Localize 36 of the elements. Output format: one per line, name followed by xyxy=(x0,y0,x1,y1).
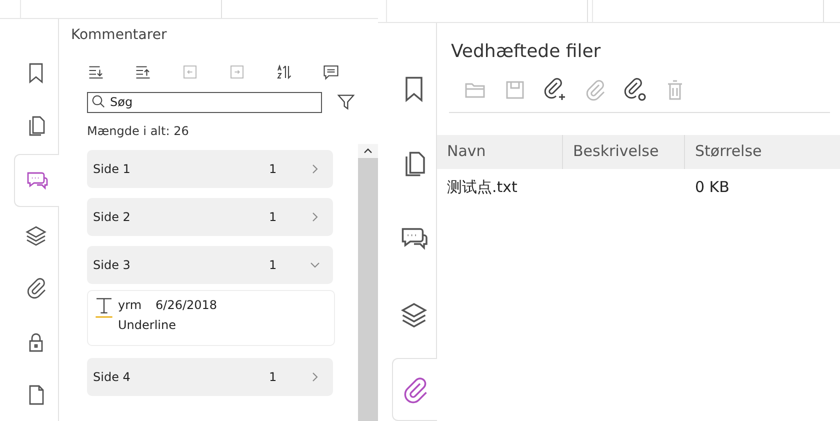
page-label: Side 2 xyxy=(93,210,132,224)
text-underline-icon xyxy=(94,295,114,319)
scrollbar[interactable] xyxy=(358,144,378,421)
page-group-row[interactable]: Side 2 1 xyxy=(87,198,333,236)
table-cell: 测试点.txt xyxy=(447,178,518,196)
search-field[interactable]: Søg xyxy=(87,92,322,112)
search-icon xyxy=(91,94,106,109)
column-header[interactable]: Navn xyxy=(437,135,563,169)
paperclip-plus-icon[interactable] xyxy=(543,78,567,102)
page-label: Side 1 xyxy=(93,162,132,176)
collapse-all-icon[interactable] xyxy=(134,63,152,81)
comment-count: 1 xyxy=(269,258,278,272)
sort-icon[interactable] xyxy=(275,63,293,81)
panel-title: Vedhæftede filer xyxy=(450,41,602,62)
total-count: Mængde i alt: 26 xyxy=(87,124,190,138)
comment-count: 1 xyxy=(269,162,278,176)
table-cell: 0 KB xyxy=(695,178,730,196)
note-icon[interactable] xyxy=(322,63,340,81)
column-header[interactable]: Beskrivelse xyxy=(563,135,685,169)
page-label: Side 4 xyxy=(93,370,132,384)
page-group-row[interactable]: Side 1 1 xyxy=(87,150,333,188)
page-group-row[interactable]: Side 4 1 xyxy=(87,358,333,396)
comment-count: 1 xyxy=(269,370,278,384)
sidebar-tab[interactable] xyxy=(392,358,437,421)
panel-title: Kommentarer xyxy=(71,27,168,43)
sidebar-tab[interactable] xyxy=(14,154,59,208)
comment-card[interactable]: yrm 6/26/2018 Underline xyxy=(87,290,335,346)
comment-type: Underline xyxy=(118,318,177,332)
comment-author: yrm xyxy=(118,298,142,312)
page-group-row[interactable]: Side 3 1 xyxy=(87,246,333,284)
page-label: Side 3 xyxy=(93,258,132,272)
comment-count: 1 xyxy=(269,210,278,224)
column-header[interactable]: Størrelse xyxy=(685,135,840,169)
comment-date: 6/26/2018 xyxy=(156,298,218,312)
scroll-up-icon[interactable] xyxy=(358,144,378,158)
expand-all-icon[interactable] xyxy=(87,63,105,81)
